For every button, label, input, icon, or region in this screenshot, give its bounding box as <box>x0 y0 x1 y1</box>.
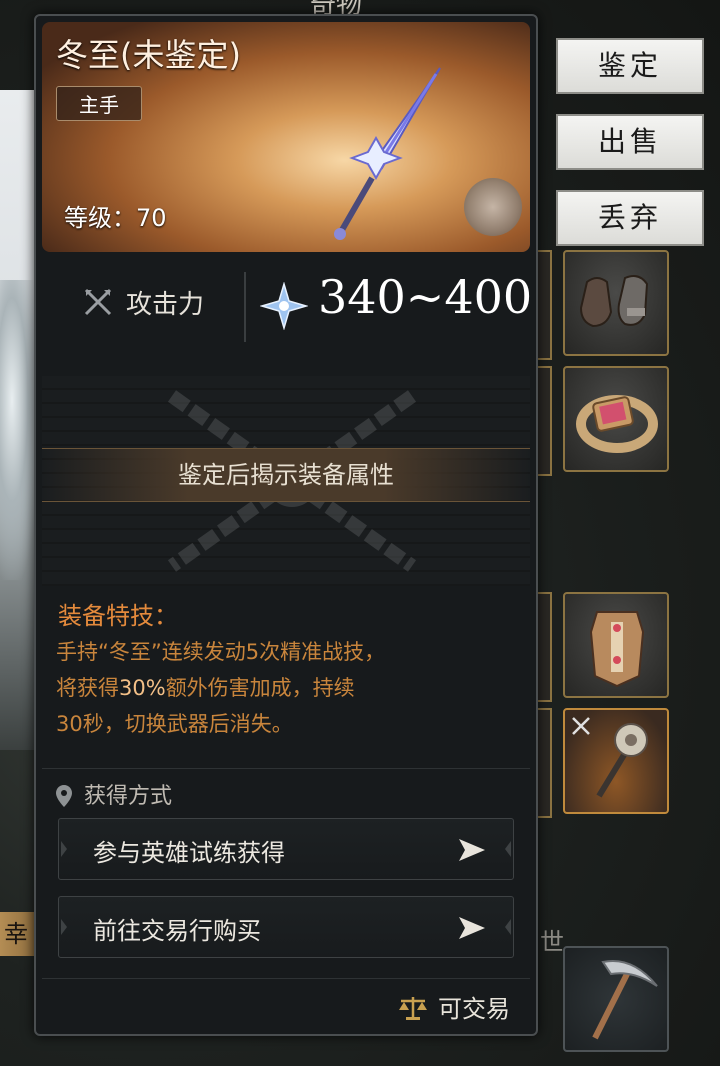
skill-line-1: 手持“冬至”连续发动5次精准战技， <box>56 640 386 664</box>
tradable-status: 可交易 <box>398 989 510 1024</box>
pickaxe-icon <box>592 960 658 1040</box>
inventory-slot-armor[interactable] <box>563 592 669 698</box>
divider <box>244 272 246 342</box>
notch <box>505 841 511 857</box>
skill-text: 额外伤害加成，持续 <box>165 676 355 700</box>
attack-swords-icon <box>84 288 112 316</box>
identify-button[interactable]: 鉴定 <box>556 38 704 94</box>
tooltip-footer: 可交易 <box>42 978 530 1029</box>
skill-description: 手持“冬至”连续发动5次精准战技， 将获得30%额外伤害加成，持续 30秒，切换… <box>56 634 516 742</box>
discard-button[interactable]: 丢弃 <box>556 190 704 246</box>
notch <box>505 919 511 935</box>
obtain-route-trade[interactable]: 前往交易行购买 <box>58 896 514 958</box>
rarity-emblem-icon <box>464 178 522 236</box>
route-label: 前往交易行购买 <box>93 917 261 945</box>
skill-title: 装备特技： <box>58 602 178 630</box>
inventory-slot-gloves[interactable] <box>563 250 669 356</box>
ring-icon <box>576 395 658 453</box>
divider <box>42 768 530 769</box>
partial-slot <box>536 250 552 360</box>
obtain-section-title: 获得方式 <box>56 778 172 810</box>
background-label-right: 世 <box>540 928 564 956</box>
route-label: 参与英雄试练获得 <box>93 839 285 867</box>
slot-type-badge: 主手 <box>56 86 142 121</box>
locked-attributes-area: 鉴定后揭示装备属性 <box>42 376 530 586</box>
notch <box>61 841 67 857</box>
armor-icon <box>589 611 645 688</box>
item-header: 冬至(未鉴定) 主手 等级：70 <box>42 22 530 252</box>
scale-icon <box>399 997 427 1020</box>
skill-highlight: 30% <box>119 676 166 700</box>
obtain-route-trial[interactable]: 参与英雄试练获得 <box>58 818 514 880</box>
inventory-slot-pickaxe[interactable] <box>563 946 669 1052</box>
arrow-right-icon <box>459 917 485 939</box>
skill-line-3: 30秒，切换武器后消失。 <box>56 712 293 736</box>
item-tooltip-panel: 冬至(未鉴定) 主手 等级：70 攻击力 340~400 鉴定后揭示装备属性 装… <box>34 14 538 1036</box>
location-pin-icon <box>56 785 72 807</box>
tradable-text: 可交易 <box>438 995 510 1023</box>
notch <box>61 919 67 935</box>
sword-icon <box>334 67 441 240</box>
partial-slot <box>536 366 552 476</box>
ice-star-icon <box>260 282 308 330</box>
skill-line-2: 将获得30%额外伤害加成，持续 <box>56 670 516 706</box>
partial-slot <box>536 708 552 818</box>
arrow-right-icon <box>459 839 485 861</box>
attack-value: 340~400 <box>318 270 533 324</box>
attack-swords-icon <box>572 717 590 735</box>
inventory-slot-weapon-mace[interactable] <box>563 708 669 814</box>
item-level: 等级：70 <box>64 204 167 232</box>
identify-prompt: 鉴定后揭示装备属性 <box>42 448 530 502</box>
inventory-slot-ring[interactable] <box>563 366 669 472</box>
sell-button[interactable]: 出售 <box>556 114 704 170</box>
gloves-icon <box>579 275 649 328</box>
obtain-title-text: 获得方式 <box>84 784 173 809</box>
attack-label: 攻击力 <box>126 290 205 320</box>
skill-text: 将获得 <box>56 676 119 700</box>
partial-slot <box>536 592 552 702</box>
item-name: 冬至(未鉴定) <box>56 36 241 74</box>
attack-stat-row: 攻击力 340~400 <box>42 254 533 354</box>
